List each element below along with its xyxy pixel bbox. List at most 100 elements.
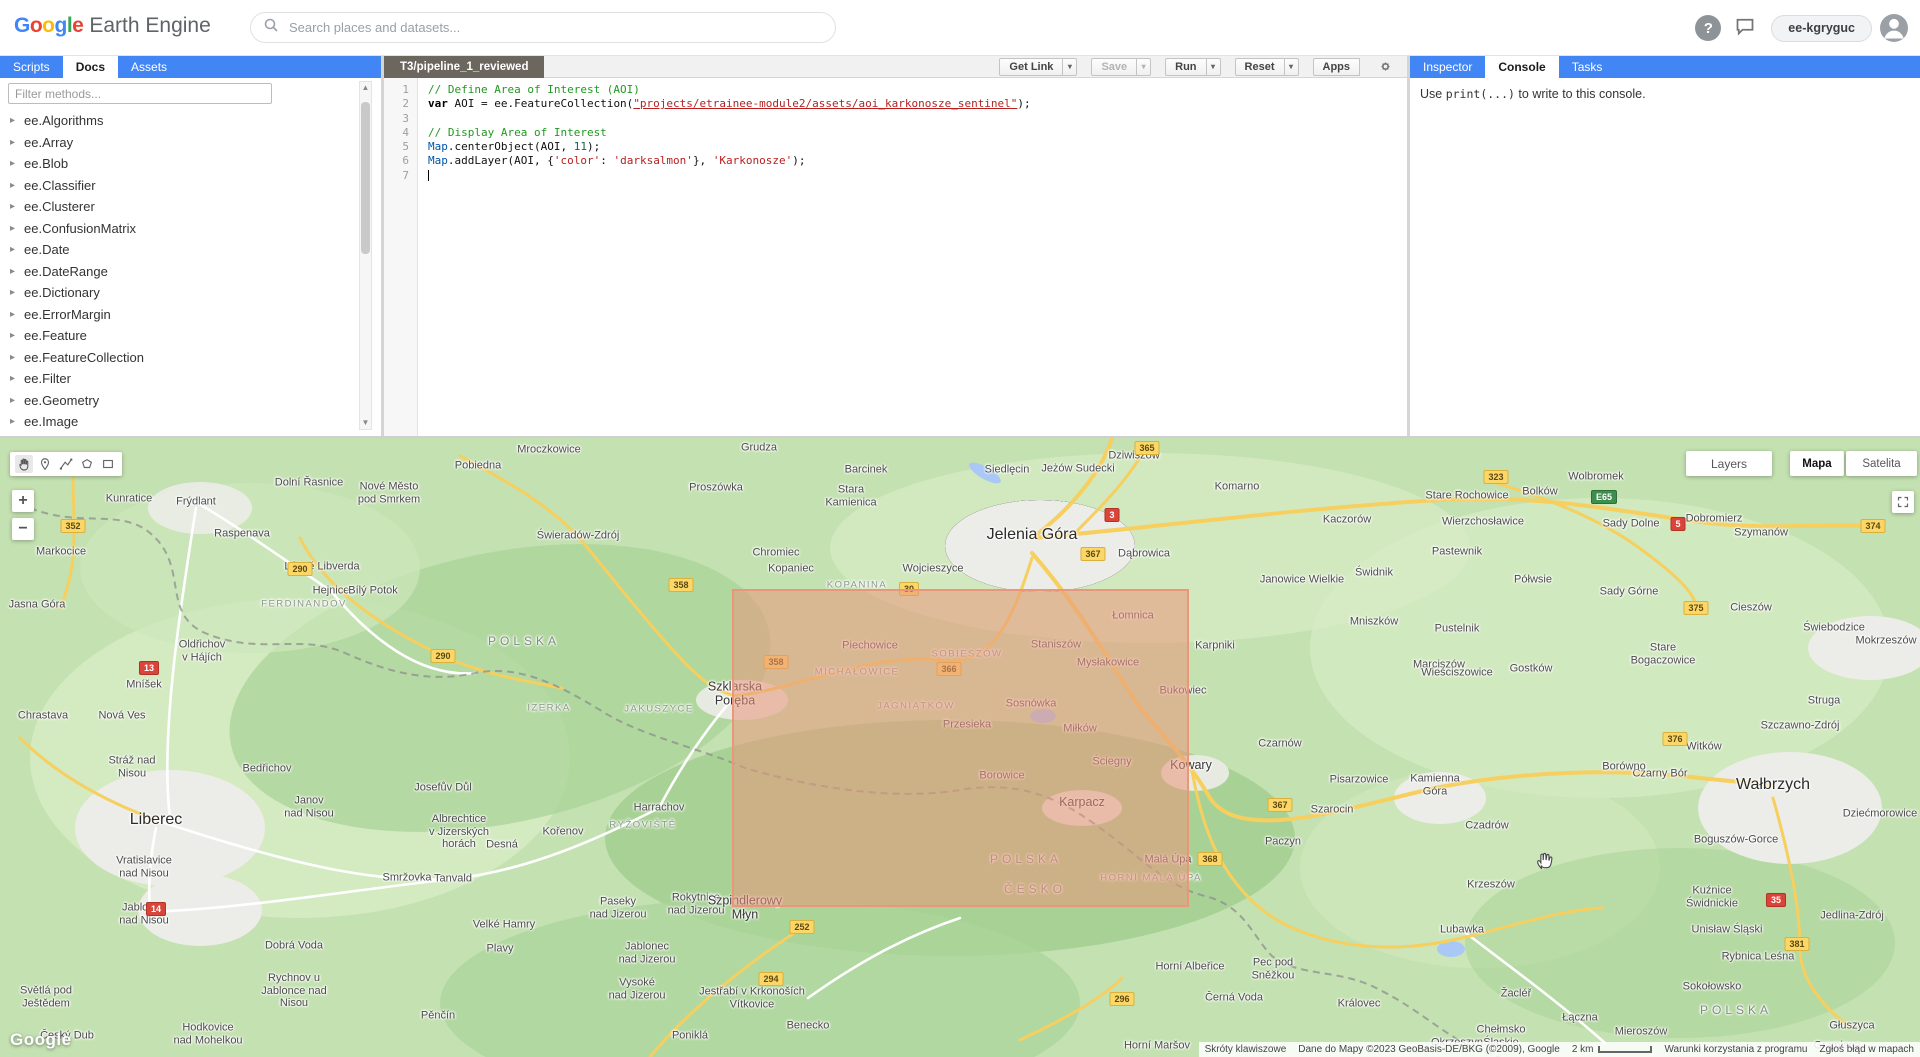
- save-button[interactable]: Save: [1091, 58, 1137, 76]
- docs-item[interactable]: ▸ee.Geometry: [0, 390, 356, 412]
- map-label: Velké Hamry: [473, 919, 535, 932]
- expand-icon[interactable]: ▸: [10, 330, 24, 341]
- docs-item[interactable]: ▸ee.Image: [0, 411, 356, 433]
- map-label: Czarny Bór: [1632, 768, 1687, 781]
- map-label: Kořenov: [543, 826, 584, 839]
- pan-hand-button[interactable]: [15, 455, 33, 473]
- scroll-up-icon[interactable]: ▲: [360, 82, 371, 94]
- layers-button[interactable]: Layers: [1686, 451, 1772, 476]
- line-number: 3: [384, 112, 418, 126]
- docs-item[interactable]: ▸ee.Date: [0, 239, 356, 261]
- expand-icon[interactable]: ▸: [10, 115, 24, 126]
- expand-icon[interactable]: ▸: [10, 158, 24, 169]
- rectangle-button[interactable]: [99, 455, 117, 473]
- map-label: Czarnów: [1258, 738, 1301, 751]
- zoom-out-button[interactable]: −: [12, 518, 34, 540]
- zoom-in-button[interactable]: +: [12, 490, 34, 512]
- docs-scrollbar[interactable]: ▲ ▼: [359, 81, 372, 430]
- expand-icon[interactable]: ▸: [10, 416, 24, 427]
- docs-item[interactable]: ▸ee.Algorithms: [0, 110, 356, 132]
- map-label: Josefův Důl: [414, 782, 471, 795]
- polygon-button[interactable]: [78, 455, 96, 473]
- run-button[interactable]: Run: [1165, 58, 1206, 76]
- run-dropdown-icon[interactable]: ▾: [1206, 58, 1221, 76]
- panel-splitter-left[interactable]: [381, 56, 384, 436]
- line-button[interactable]: [57, 455, 75, 473]
- map-canvas[interactable]: Dolní ŘasnicePobiednaMroczkowiceGrudzaBa…: [0, 438, 1920, 1057]
- code-editor[interactable]: 1// Define Area of Interest (AOI)2var AO…: [384, 78, 1407, 436]
- map-label: IZERKA: [527, 704, 570, 715]
- docs-item[interactable]: ▸ee.Blob: [0, 153, 356, 175]
- avatar[interactable]: [1880, 14, 1908, 42]
- map-label: Wierzchosławice: [1442, 516, 1524, 529]
- tab-scripts[interactable]: Scripts: [0, 56, 63, 78]
- tab-assets[interactable]: Assets: [118, 56, 180, 78]
- docs-list: ▸ee.Algorithms▸ee.Array▸ee.Blob▸ee.Class…: [0, 110, 356, 433]
- docs-item[interactable]: ▸ee.Classifier: [0, 175, 356, 197]
- road-shield: 294: [758, 972, 783, 986]
- expand-icon[interactable]: ▸: [10, 395, 24, 406]
- docs-item[interactable]: ▸ee.FeatureCollection: [0, 347, 356, 369]
- docs-item[interactable]: ▸ee.ConfusionMatrix: [0, 218, 356, 240]
- reset-button[interactable]: Reset: [1235, 58, 1285, 76]
- docs-item[interactable]: ▸ee.Dictionary: [0, 282, 356, 304]
- reset-dropdown-icon[interactable]: ▾: [1284, 58, 1299, 76]
- report-error-link[interactable]: Zgłoś błąd w mapach: [1814, 1042, 1920, 1057]
- expand-icon[interactable]: ▸: [10, 373, 24, 384]
- tab-tasks[interactable]: Tasks: [1559, 56, 1616, 78]
- docs-item[interactable]: ▸ee.ErrorMargin: [0, 304, 356, 326]
- get-link-button[interactable]: Get Link: [999, 58, 1063, 76]
- map-type-satellite-button[interactable]: Satelita: [1846, 451, 1917, 476]
- expand-icon[interactable]: ▸: [10, 201, 24, 212]
- map-label: Nové Město pod Smrkem: [358, 480, 420, 505]
- expand-icon[interactable]: ▸: [10, 223, 24, 234]
- map-label: Pastewnik: [1432, 546, 1482, 559]
- docs-item[interactable]: ▸ee.Feature: [0, 325, 356, 347]
- map-label: Liberec: [130, 811, 182, 829]
- docs-item[interactable]: ▸ee.DateRange: [0, 261, 356, 283]
- expand-icon[interactable]: ▸: [10, 244, 24, 255]
- tab-docs[interactable]: Docs: [63, 56, 118, 78]
- feedback-button[interactable]: [1735, 16, 1755, 41]
- docs-item[interactable]: ▸ee.Array: [0, 132, 356, 154]
- fullscreen-button[interactable]: [1892, 491, 1914, 513]
- save-dropdown-icon[interactable]: ▾: [1136, 58, 1151, 76]
- docs-item[interactable]: ▸ee.Clusterer: [0, 196, 356, 218]
- apps-button[interactable]: Apps: [1313, 58, 1361, 76]
- docs-item[interactable]: ▸ee.Filter: [0, 368, 356, 390]
- search-input[interactable]: [289, 20, 823, 35]
- scroll-down-icon[interactable]: ▼: [360, 417, 371, 429]
- panel-splitter-right[interactable]: [1407, 56, 1410, 436]
- settings-button[interactable]: [1378, 59, 1393, 74]
- google-earth-engine-logo[interactable]: GoogleEarth Engine: [14, 14, 211, 38]
- expand-icon[interactable]: ▸: [10, 352, 24, 363]
- map-label: Albrechtice v Jizerských horách: [429, 813, 489, 851]
- get-link-dropdown-icon[interactable]: ▾: [1062, 58, 1077, 76]
- keyboard-shortcuts-link[interactable]: Skróty klawiszowe: [1199, 1042, 1293, 1057]
- scrollbar-thumb[interactable]: [361, 102, 370, 254]
- tab-console[interactable]: Console: [1485, 56, 1558, 78]
- scale-bar: [1598, 1046, 1652, 1053]
- map-label: Pěnčín: [421, 1010, 455, 1023]
- map-type-map-button[interactable]: Mapa: [1790, 451, 1844, 476]
- tab-inspector[interactable]: Inspector: [1410, 56, 1485, 78]
- point-button[interactable]: [36, 455, 54, 473]
- expand-icon[interactable]: ▸: [10, 309, 24, 320]
- terms-link[interactable]: Warunki korzystania z programu: [1658, 1042, 1813, 1057]
- road-shield: 296: [1109, 992, 1134, 1006]
- search-box[interactable]: [250, 12, 836, 43]
- google-maps-logo[interactable]: Google: [10, 1030, 72, 1050]
- help-button[interactable]: ?: [1695, 15, 1721, 41]
- script-title-tab[interactable]: T3/pipeline_1_reviewed: [384, 56, 544, 78]
- map-label: Struga: [1808, 695, 1840, 708]
- map-splitter[interactable]: [0, 436, 1920, 438]
- expand-icon[interactable]: ▸: [10, 266, 24, 277]
- map-label: Proszówka: [689, 482, 743, 495]
- console-output: Use print(...) to write to this console.: [1410, 78, 1920, 436]
- console-hint-text: Use: [1420, 87, 1446, 101]
- filter-methods-input[interactable]: [8, 83, 272, 104]
- expand-icon[interactable]: ▸: [10, 287, 24, 298]
- account-chip[interactable]: ee-kgryguc: [1771, 15, 1872, 42]
- expand-icon[interactable]: ▸: [10, 137, 24, 148]
- expand-icon[interactable]: ▸: [10, 180, 24, 191]
